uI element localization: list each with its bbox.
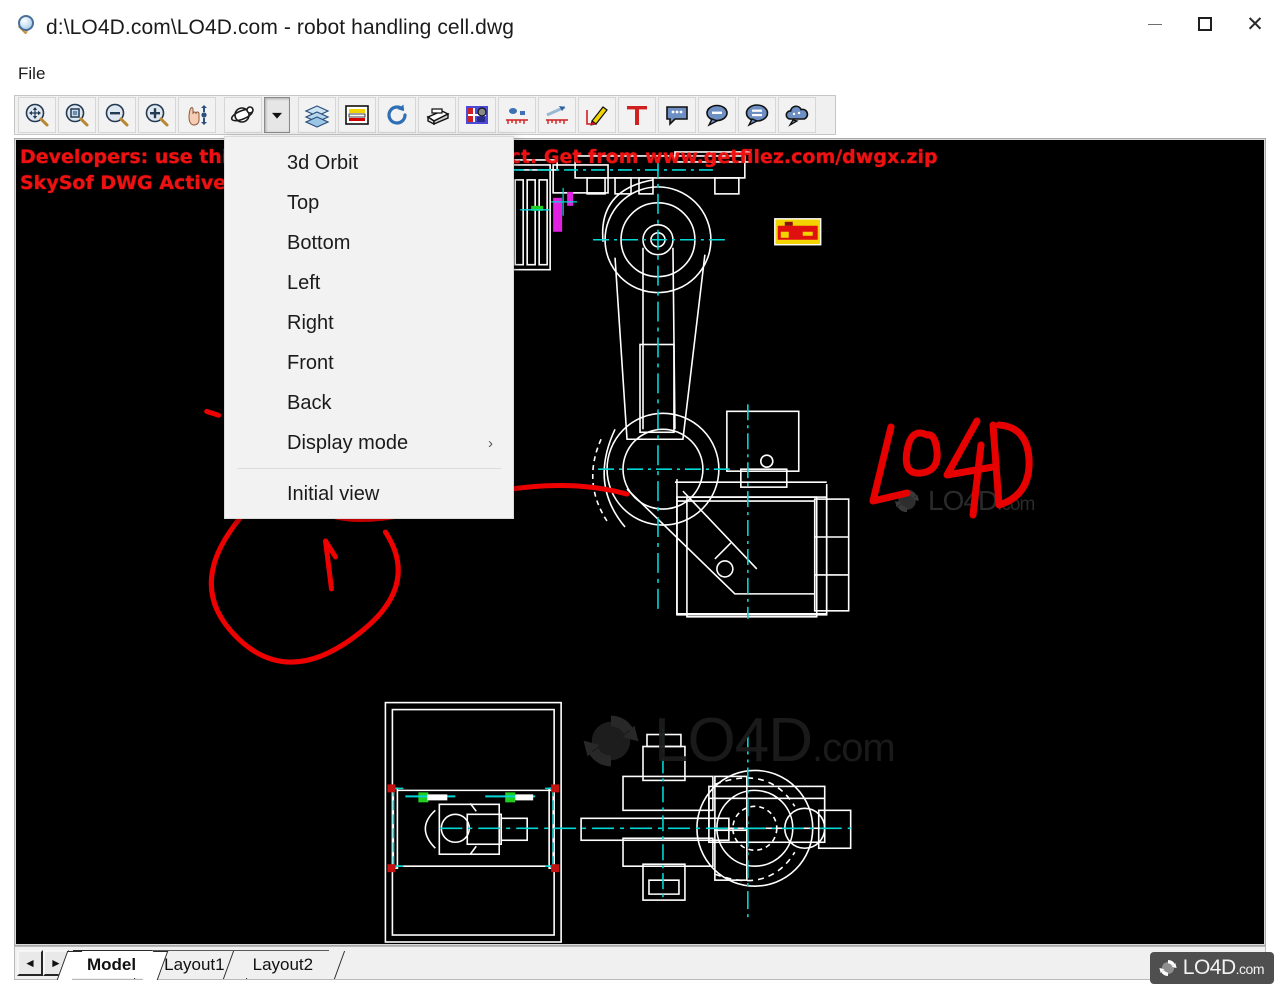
layout-tab-strip: ◄ ► Model Layout1 Layout2 — [14, 946, 1266, 980]
measure-area-icon — [506, 108, 528, 124]
menu-item-display-mode-label: Display mode — [287, 431, 409, 454]
layers-button[interactable] — [298, 97, 336, 133]
minimize-button[interactable] — [1130, 0, 1180, 48]
cad-drawing — [204, 151, 852, 943]
minimize-icon — [1148, 23, 1162, 25]
tab-prev-button[interactable]: ◄ — [17, 950, 43, 976]
window-controls: ✕ — [1130, 0, 1280, 48]
lo4d-badge-text: LO4D.com — [1182, 956, 1265, 979]
tab-layout2[interactable]: Layout2 — [238, 950, 330, 978]
pan-button[interactable] — [178, 97, 216, 133]
note-2-button[interactable] — [698, 97, 736, 133]
zoom-window-icon — [65, 103, 89, 127]
menu-item-3d-orbit[interactable]: 3d Orbit — [225, 143, 513, 183]
linetype-icon — [345, 105, 369, 125]
menu-bar: File — [0, 56, 1280, 92]
window-title: d:\LO4D.com\LO4D.com - robot handling ce… — [46, 16, 514, 39]
markup-pen-button[interactable] — [578, 97, 616, 133]
printer-icon — [426, 108, 450, 126]
lo4d-logo-icon — [1159, 960, 1177, 976]
callout-cloud-icon — [745, 104, 769, 127]
chevron-right-icon: › — [488, 434, 493, 452]
zoom-window-button[interactable] — [58, 97, 96, 133]
image-icon — [466, 106, 488, 124]
cloud-icon — [785, 105, 809, 127]
menu-item-initial-view[interactable]: Initial view — [225, 474, 513, 514]
menu-item-back[interactable]: Back — [225, 383, 513, 423]
callout-round-icon — [706, 104, 728, 127]
menu-separator — [237, 468, 501, 469]
menu-item-front[interactable]: Front — [225, 343, 513, 383]
pencil-icon — [586, 106, 608, 126]
maximize-icon — [1198, 17, 1212, 31]
pan-hand-icon — [188, 105, 207, 126]
main-toolbar — [14, 95, 836, 135]
measure-distance-icon — [546, 105, 568, 124]
close-button[interactable]: ✕ — [1230, 0, 1280, 48]
note-3-button[interactable] — [738, 97, 776, 133]
zoom-realtime-button[interactable] — [18, 97, 56, 133]
zoom-out-icon — [105, 103, 129, 127]
orbit-3d-button[interactable] — [224, 97, 262, 133]
watermark-center: LO4D.com — [576, 705, 896, 776]
text-tool-button[interactable] — [618, 97, 656, 133]
raster-button[interactable] — [458, 97, 496, 133]
note-4-button[interactable] — [778, 97, 816, 133]
title-bar: d:\LO4D.com\LO4D.com - robot handling ce… — [0, 0, 1280, 56]
refresh-icon — [387, 104, 407, 125]
orbit-dropdown-button[interactable] — [264, 97, 290, 133]
menu-item-top[interactable]: Top — [225, 183, 513, 223]
close-icon: ✕ — [1246, 12, 1264, 36]
view-dropdown-menu: 3d Orbit Top Bottom Left Right Front Bac… — [224, 136, 514, 519]
chevron-down-icon — [272, 112, 282, 119]
handwritten-lo4d — [869, 417, 1033, 519]
linetypes-button[interactable] — [338, 97, 376, 133]
tab-list: Model Layout1 Layout2 — [73, 948, 330, 978]
menu-item-display-mode[interactable]: Display mode › — [225, 423, 513, 463]
lo4d-logo-icon — [583, 715, 639, 766]
text-t-icon — [627, 106, 647, 125]
callout-square-icon — [666, 106, 688, 126]
menu-item-left[interactable]: Left — [225, 263, 513, 303]
maximize-button[interactable] — [1180, 0, 1230, 48]
layers-icon — [304, 105, 330, 128]
drawing-area-frame: LO4D.com LO4D.com Developers: use this G… — [14, 138, 1266, 946]
measure-area-button[interactable] — [498, 97, 536, 133]
regen-button[interactable] — [378, 97, 416, 133]
zoom-in-icon — [145, 103, 169, 127]
application-window: d:\LO4D.com\LO4D.com - robot handling ce… — [0, 0, 1280, 988]
dwg-canvas[interactable]: LO4D.com LO4D.com Developers: use this G… — [16, 140, 1264, 944]
watermark-text: LO4D.com — [654, 706, 896, 775]
menu-file[interactable]: File — [10, 61, 53, 87]
orbit-icon — [230, 106, 254, 123]
magnifier-icon — [14, 14, 42, 42]
note-1-button[interactable] — [658, 97, 696, 133]
zoom-in-button[interactable] — [138, 97, 176, 133]
measure-distance-button[interactable] — [538, 97, 576, 133]
menu-item-bottom[interactable]: Bottom — [225, 223, 513, 263]
zoom-out-button[interactable] — [98, 97, 136, 133]
lo4d-badge: LO4D.com — [1149, 952, 1274, 984]
zoom-pan-icon — [25, 103, 49, 127]
print-button[interactable] — [418, 97, 456, 133]
menu-item-right[interactable]: Right — [225, 303, 513, 343]
tab-model[interactable]: Model — [73, 950, 153, 978]
